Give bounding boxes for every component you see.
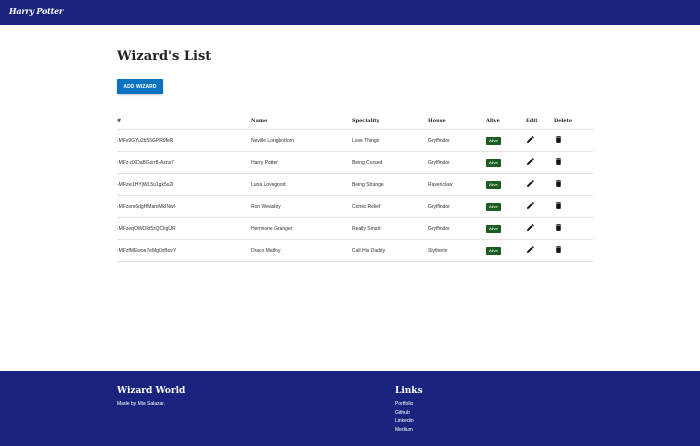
- row-house: Ravenclaw: [428, 173, 486, 196]
- alive-badge: Alive: [486, 224, 501, 233]
- header-id: #: [117, 112, 251, 130]
- row-house: Gryffindor: [428, 217, 486, 240]
- row-name: Ron Weasley: [251, 195, 352, 218]
- footer-credit: Made by Mia Salazar.: [117, 401, 166, 407]
- footer-links-title: Links: [395, 386, 423, 396]
- row-house: Gryffindor: [428, 195, 486, 218]
- pencil-icon[interactable]: [526, 135, 535, 144]
- brand-logo[interactable]: Harry Potter: [9, 6, 63, 16]
- alive-badge: Alive: [486, 180, 501, 189]
- pencil-icon[interactable]: [526, 157, 535, 166]
- header-name: Name: [251, 112, 352, 130]
- table-header-row: # Name Speciality House Alive Edit Delet…: [117, 112, 593, 130]
- footer-title: Wizard World: [117, 386, 186, 396]
- footer-link-linkedin[interactable]: Linkedin: [395, 417, 414, 426]
- row-id: -MFz-dXDaBGxrr8-Azns7: [117, 151, 251, 174]
- table-row: -MFzw1HYjWL5u1gk5u2l Luna Lovegood Being S…: [117, 173, 593, 196]
- row-speciality: Call His Daddy: [352, 239, 428, 262]
- pencil-icon[interactable]: [526, 245, 535, 254]
- trash-icon[interactable]: [554, 201, 563, 210]
- trash-icon[interactable]: [554, 245, 563, 254]
- table-row: -MFzem6dgHMamMkINwl- Ron Weasley Comic Rel…: [117, 195, 593, 218]
- footer-link-github[interactable]: Github: [395, 409, 414, 418]
- row-id: -MFzfMEwoe7eMg0xBovY: [117, 239, 251, 262]
- trash-icon[interactable]: [554, 157, 563, 166]
- footer-link-medium[interactable]: Medium: [395, 426, 414, 435]
- row-speciality: Being Cursed: [352, 151, 428, 174]
- add-wizard-button[interactable]: ADD WIZARD: [117, 79, 163, 94]
- table-row: -MFz-dXDaBGxrr8-Azns7 Harry Potter Being C…: [117, 151, 593, 174]
- table-row: -MFzfMEwoe7eMg0xBovY Draco Malfoy Call His…: [117, 239, 593, 262]
- header-house: House: [428, 112, 486, 130]
- pencil-icon[interactable]: [526, 223, 535, 232]
- row-name: Hermione Granger: [251, 217, 352, 240]
- row-name: Harry Potter: [251, 151, 352, 174]
- row-id: -MFzw1HYjWL5u1gk5u2l: [117, 173, 251, 196]
- table-row: -MFzeqOWOkt5zQCkgUR Hermione Granger Reall…: [117, 217, 593, 240]
- footer-link-portfolio[interactable]: Portfolio: [395, 400, 414, 409]
- page-title: Wizard's List: [117, 49, 212, 64]
- header-delete: Delete: [554, 112, 593, 130]
- pencil-icon[interactable]: [526, 201, 535, 210]
- header-alive: Alive: [486, 112, 526, 130]
- wizards-table: # Name Speciality House Alive Edit Delet…: [117, 112, 593, 262]
- row-speciality: Comic Relief: [352, 195, 428, 218]
- row-house: Gryffindor: [428, 151, 486, 174]
- row-speciality: Being Strange: [352, 173, 428, 196]
- header-speciality: Speciality: [352, 112, 428, 130]
- row-name: Neville Longbottom: [251, 129, 352, 152]
- table-row: -MFx9GYu2b55GPR9feR Neville Longbottom Los…: [117, 129, 593, 152]
- row-id: -MFx9GYu2b55GPR9feR: [117, 129, 251, 152]
- row-id: -MFzeqOWOkt5zQCkgUR: [117, 217, 251, 240]
- pencil-icon[interactable]: [526, 179, 535, 188]
- row-house: Slytherin: [428, 239, 486, 262]
- row-name: Draco Malfoy: [251, 239, 352, 262]
- alive-badge: Alive: [486, 136, 501, 145]
- alive-badge: Alive: [486, 202, 501, 211]
- footer: Wizard World Made by Mia Salazar. Links …: [0, 371, 700, 446]
- alive-badge: Alive: [486, 246, 501, 255]
- row-id: -MFzem6dgHMamMkINwl-: [117, 195, 251, 218]
- trash-icon[interactable]: [554, 135, 563, 144]
- row-name: Luna Lovegood: [251, 173, 352, 196]
- row-speciality: Lose Things: [352, 129, 428, 152]
- footer-links: Portfolio Github Linkedin Medium: [395, 400, 414, 434]
- row-speciality: Really Smart: [352, 217, 428, 240]
- trash-icon[interactable]: [554, 179, 563, 188]
- row-house: Gryffindor: [428, 129, 486, 152]
- alive-badge: Alive: [486, 158, 501, 167]
- trash-icon[interactable]: [554, 223, 563, 232]
- header-edit: Edit: [526, 112, 554, 130]
- navbar: Harry Potter: [0, 0, 700, 25]
